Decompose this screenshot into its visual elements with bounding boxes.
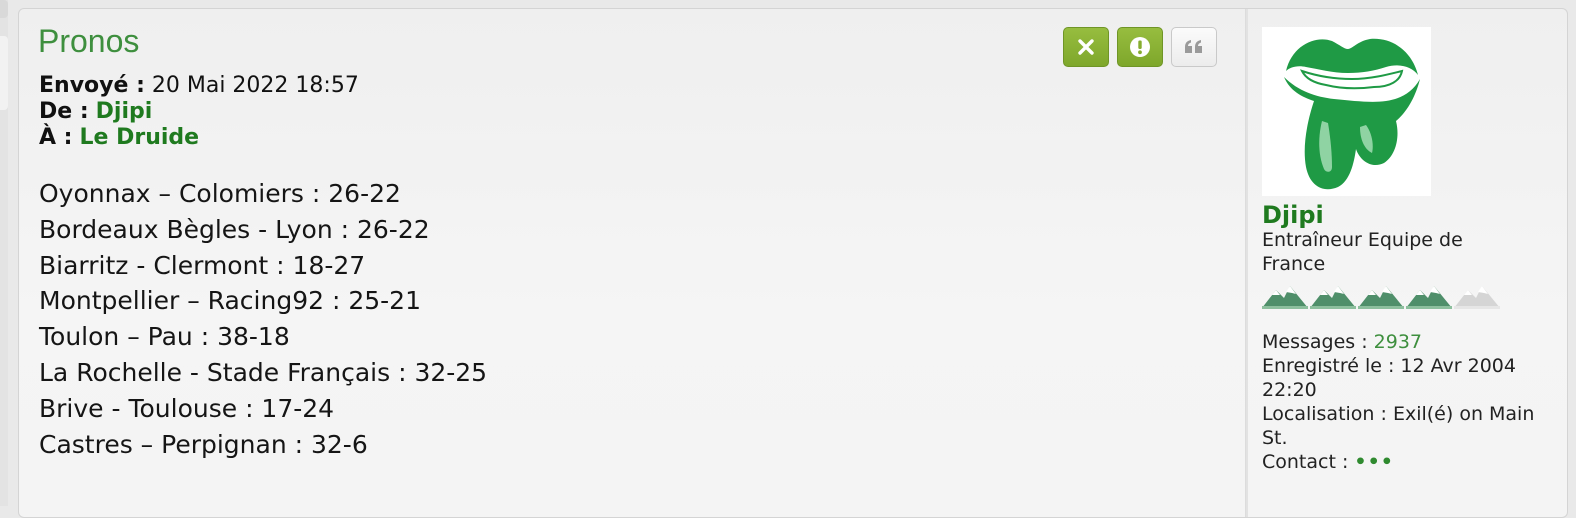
- sent-value: 20 Mai 2022 18:57: [151, 73, 359, 98]
- registered-label: Enregistré le :: [1262, 355, 1395, 377]
- messages-count-link[interactable]: 2937: [1374, 331, 1422, 353]
- contact-label: Contact :: [1262, 451, 1349, 473]
- contact-row: Contact : •••: [1262, 450, 1552, 474]
- message-body: Oyonnax – Colomiers : 26-22 Bordeaux Bèg…: [39, 176, 487, 462]
- left-tab-top: [0, 0, 8, 18]
- contact-more-button[interactable]: •••: [1354, 451, 1393, 473]
- avatar[interactable]: [1262, 27, 1431, 196]
- messages-row: Messages : 2937: [1262, 330, 1552, 354]
- message-line: Biarritz - Clermont : 18-27: [39, 250, 366, 280]
- to-row: À : Le Druide: [39, 125, 359, 151]
- quote-icon: [1185, 40, 1202, 53]
- rank-mountains: [1262, 284, 1562, 310]
- messages-label: Messages :: [1262, 331, 1368, 353]
- message-meta: Envoyé : 20 Mai 2022 18:57 De : Djipi À …: [39, 73, 359, 151]
- author-username-link[interactable]: Djipi: [1262, 202, 1562, 228]
- message-line: Montpellier – Racing92 : 25-21: [39, 286, 421, 316]
- rank-mountain-icon: [1454, 286, 1500, 309]
- exclamation-icon: [1130, 37, 1150, 57]
- rank-mountain-icon: [1262, 286, 1308, 309]
- from-row: De : Djipi: [39, 99, 359, 125]
- message-main: Pronos Envoyé : 20 Mai 2022 18:57 De : D…: [19, 9, 1245, 517]
- message-panel: Pronos Envoyé : 20 Mai 2022 18:57 De : D…: [18, 8, 1568, 518]
- rank-mountain-icon: [1310, 286, 1356, 309]
- message-line: Brive - Toulouse : 17-24: [39, 393, 335, 423]
- to-label: À :: [39, 125, 73, 150]
- left-tab: [0, 36, 8, 110]
- author-profile: Djipi Entraîneur Equipe de France Messag…: [1262, 27, 1562, 474]
- from-label: De :: [39, 99, 89, 124]
- sent-row: Envoyé : 20 Mai 2022 18:57: [39, 73, 359, 99]
- from-user-link[interactable]: Djipi: [96, 99, 153, 124]
- delete-button[interactable]: [1063, 27, 1109, 67]
- message-line: Toulon – Pau : 38-18: [39, 322, 290, 352]
- to-user-link[interactable]: Le Druide: [79, 125, 199, 150]
- rank-mountains-icon: [1262, 286, 1500, 309]
- location-label: Localisation :: [1262, 403, 1387, 425]
- location-row: Localisation : Exil(é) on Main St.: [1262, 402, 1552, 450]
- close-icon: [1078, 39, 1094, 55]
- message-line: Castres – Perpignan : 32-6: [39, 429, 368, 459]
- quote-button[interactable]: [1171, 27, 1217, 67]
- rank-mountain-icon: [1406, 286, 1452, 309]
- rank-mountain-icon: [1358, 286, 1404, 309]
- message-line: Bordeaux Bègles - Lyon : 26-22: [39, 214, 430, 244]
- author-stats: Messages : 2937 Enregistré le : 12 Avr 2…: [1262, 330, 1552, 474]
- column-divider: [1245, 9, 1248, 517]
- left-edge: [0, 0, 8, 506]
- message-title: Pronos: [38, 23, 140, 59]
- sent-label: Envoyé :: [39, 73, 145, 98]
- tongue-logo-icon: [1284, 38, 1420, 190]
- message-line: La Rochelle - Stade Français : 32-25: [39, 357, 488, 387]
- registered-row: Enregistré le : 12 Avr 2004 22:20: [1262, 354, 1552, 402]
- author-rank: Entraîneur Equipe de France: [1262, 229, 1463, 275]
- report-button[interactable]: [1117, 27, 1163, 67]
- message-line: Oyonnax – Colomiers : 26-22: [39, 179, 401, 208]
